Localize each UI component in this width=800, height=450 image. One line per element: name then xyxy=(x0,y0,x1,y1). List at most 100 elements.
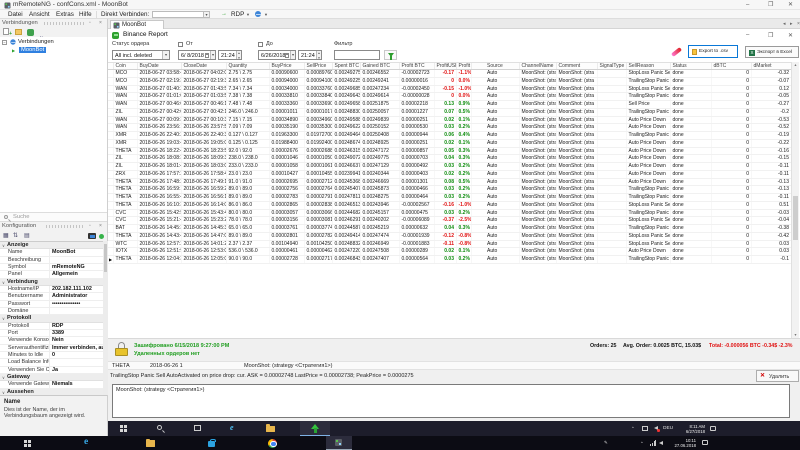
column-header[interactable]: Profit BTC xyxy=(400,63,435,69)
apply-filter-button[interactable] xyxy=(384,50,397,60)
property-row[interactable]: Minutes to Idle 0 xyxy=(0,351,103,360)
chevron-down-icon[interactable]: ▼ xyxy=(210,51,215,59)
chevron-down-icon[interactable]: ▼ xyxy=(290,51,295,59)
properties-icon[interactable]: ▤ xyxy=(24,232,30,240)
selected-order-row[interactable]: THETA 2018-06-26 1 MoonShot: (strategy <… xyxy=(108,361,800,370)
order-row[interactable]: THETA 2018-06-26 16:55:4 2018-06-26 16:56:… xyxy=(108,194,791,202)
tray-expand-icon[interactable]: ⌃ xyxy=(631,426,635,431)
chrome-icon[interactable] xyxy=(268,438,277,448)
tree-root-verbindungen[interactable]: − Verbindungen xyxy=(0,38,107,46)
globe-icon[interactable] xyxy=(255,11,261,17)
pin-icon[interactable]: ▫ xyxy=(89,223,91,229)
close-icon[interactable]: ✕ xyxy=(788,32,793,39)
order-row[interactable]: THETA 2018-06-26 18:22:4 2018-06-26 18:23:… xyxy=(108,147,791,156)
new-folder-icon[interactable] xyxy=(15,28,23,36)
protocol-label[interactable]: RDP xyxy=(231,11,244,18)
search-icon[interactable] xyxy=(157,425,162,430)
column-header[interactable]: SignalType xyxy=(598,63,627,69)
start-button[interactable] xyxy=(120,425,127,432)
connect-icon[interactable] xyxy=(27,28,35,36)
property-row[interactable]: Verwende Konsol Nein xyxy=(0,337,103,345)
column-header[interactable]: BuyPrice xyxy=(270,63,305,69)
to-date-picker[interactable]: 6/26/2018 ▼ xyxy=(258,50,296,60)
remote-clock[interactable]: 8:11 AM 6/27/2018 xyxy=(677,424,705,434)
file-explorer-icon[interactable] xyxy=(146,438,155,447)
sort-icon[interactable]: ⇅ xyxy=(39,28,47,43)
property-section[interactable]: ∨ Anzeige xyxy=(0,242,103,250)
property-row[interactable]: Hostname/IP 202.182.111.102 xyxy=(0,285,103,294)
network-icon[interactable] xyxy=(642,426,648,431)
order-row[interactable]: THETA 2018-06-26 17:48:2 2018-06-26 17:49:… xyxy=(108,178,791,187)
tree-item-moonbot[interactable]: ▶ MoonBot xyxy=(0,47,107,55)
new-connection-icon[interactable]: + xyxy=(3,28,12,37)
order-row[interactable]: THETA 2018-06-26 14:43:4 2018-06-26 14:47:… xyxy=(108,232,791,241)
export-excel-button[interactable]: X Экспорт в Excel xyxy=(745,46,799,58)
property-row[interactable]: Beschreibung xyxy=(0,256,103,264)
order-row[interactable]: WAN 2018-06-27 00:46:0 2018-06-27 00:46:10… xyxy=(108,101,791,109)
column-header[interactable]: Profit xyxy=(457,63,472,69)
from-time-input[interactable]: 21:24 ▲ ▼ xyxy=(218,50,242,60)
property-row[interactable]: Name MoonBot xyxy=(0,249,103,257)
column-header[interactable]: Source xyxy=(472,63,520,69)
maximize-icon[interactable]: ❐ xyxy=(768,0,773,10)
sort-az-icon[interactable]: ⇅ xyxy=(13,232,18,240)
column-header[interactable]: Gained BTC xyxy=(361,63,400,69)
property-row[interactable]: Verwenden Sie Cr Ja xyxy=(0,366,103,374)
close-icon[interactable]: × xyxy=(99,223,102,229)
file-explorer-icon[interactable] xyxy=(266,424,275,432)
chevron-down-icon[interactable]: ▼ xyxy=(203,12,209,17)
column-header[interactable]: SellReason xyxy=(627,63,671,69)
order-row[interactable]: XMR 2018-06-26 19:03:4 2018-06-26 19:05:00… xyxy=(108,139,791,148)
order-row[interactable]: ZIL 2018-06-27 00:42:0 2018-06-27 00:42:13… xyxy=(108,108,791,117)
property-section[interactable]: ∨ Gateway xyxy=(0,373,103,382)
order-row[interactable]: ZIL 2018-06-26 18:08:3 2018-06-26 18:09:33… xyxy=(108,155,791,163)
mremoteng-taskbar-button[interactable] xyxy=(326,436,352,450)
internet-explorer-icon[interactable]: e xyxy=(230,422,234,434)
property-section[interactable]: ∨ Protokoll xyxy=(0,315,103,323)
property-row[interactable]: Symbol mRemoteNG xyxy=(0,263,103,272)
pin-icon[interactable]: ▫ xyxy=(89,20,91,26)
order-row[interactable]: IOTX 2018-06-26 12:51:9 2018-06-26 12:53:0… xyxy=(108,248,791,256)
order-row[interactable]: WAN 2018-06-27 00:09:3 2018-06-27 00:10:36… xyxy=(108,116,791,125)
order-row[interactable]: CVC 2018-06-26 15:42:5 2018-06-26 15:43:46… xyxy=(108,209,791,218)
tab-close-icon[interactable]: × xyxy=(797,21,800,27)
connect-arrow-icon[interactable]: → xyxy=(221,11,227,17)
column-header[interactable]: ChannelName xyxy=(520,63,557,69)
menu-ansicht[interactable]: Ansicht xyxy=(29,11,50,18)
chevron-down-icon[interactable]: ▼ xyxy=(246,12,250,17)
filter-input[interactable] xyxy=(334,50,380,60)
column-header[interactable]: Quantity xyxy=(227,63,270,69)
property-row[interactable]: Passwort ••••••••••••••• xyxy=(0,300,103,308)
order-row[interactable]: MCO 2018-06-27 02:19:3 2018-06-27 02:19:33… xyxy=(108,77,791,86)
start-button[interactable] xyxy=(24,439,31,447)
order-row[interactable]: WAN 2018-06-27 01:40:2 2018-06-27 01:43:58… xyxy=(108,85,791,94)
scrollbar-thumb[interactable] xyxy=(104,244,107,272)
from-date-picker[interactable]: 6/ 8/2018 ▼ xyxy=(178,50,216,60)
order-row[interactable]: BAT 2018-06-26 14:45:3 2018-06-26 14:45:33… xyxy=(108,225,791,233)
notification-icon[interactable] xyxy=(710,425,716,431)
spinner-icon[interactable]: ▲ ▼ xyxy=(236,51,241,60)
keyboard-language[interactable]: DEU xyxy=(663,426,673,431)
column-header[interactable]: ProfitUSD xyxy=(435,63,457,69)
spinner-icon[interactable]: ▲ ▼ xyxy=(316,51,321,60)
export-csv-button[interactable]: Export to .csv xyxy=(688,45,738,58)
tab-scroll-right-icon[interactable]: ▸ xyxy=(790,21,793,27)
moonbot-taskbar-button[interactable] xyxy=(300,421,330,436)
scroll-down-icon[interactable]: ▼ xyxy=(792,333,799,337)
table-scrollbar[interactable]: ▲ ▼ xyxy=(791,62,799,338)
menu-hilfe[interactable]: Hilfe xyxy=(79,11,92,18)
order-status-select[interactable]: All incl. deleted ▼ xyxy=(112,50,170,60)
property-row[interactable]: Verwende Gatewa Niemals xyxy=(0,381,103,389)
maximize-icon[interactable]: ❐ xyxy=(768,32,773,39)
rocket-button[interactable] xyxy=(668,46,686,59)
to-time-input[interactable]: 21:24 ▲ ▼ xyxy=(298,50,322,60)
column-header[interactable]: dBTC xyxy=(712,63,752,69)
menu-extras[interactable]: Extras xyxy=(56,11,74,18)
column-header[interactable]: Comment xyxy=(557,63,598,69)
minimize-icon[interactable]: – xyxy=(746,0,749,10)
local-clock[interactable]: 10:11 27.06.2018 xyxy=(668,438,696,448)
tray-expand-icon[interactable]: ⌃ xyxy=(640,441,644,446)
property-row[interactable]: Serverauthentifizi Immer verbinden, au xyxy=(0,344,103,352)
column-header[interactable]: dMarket xyxy=(752,63,791,69)
order-row[interactable]: ZIL 2018-06-26 18:01:4 2018-06-26 18:03:03… xyxy=(108,163,791,171)
